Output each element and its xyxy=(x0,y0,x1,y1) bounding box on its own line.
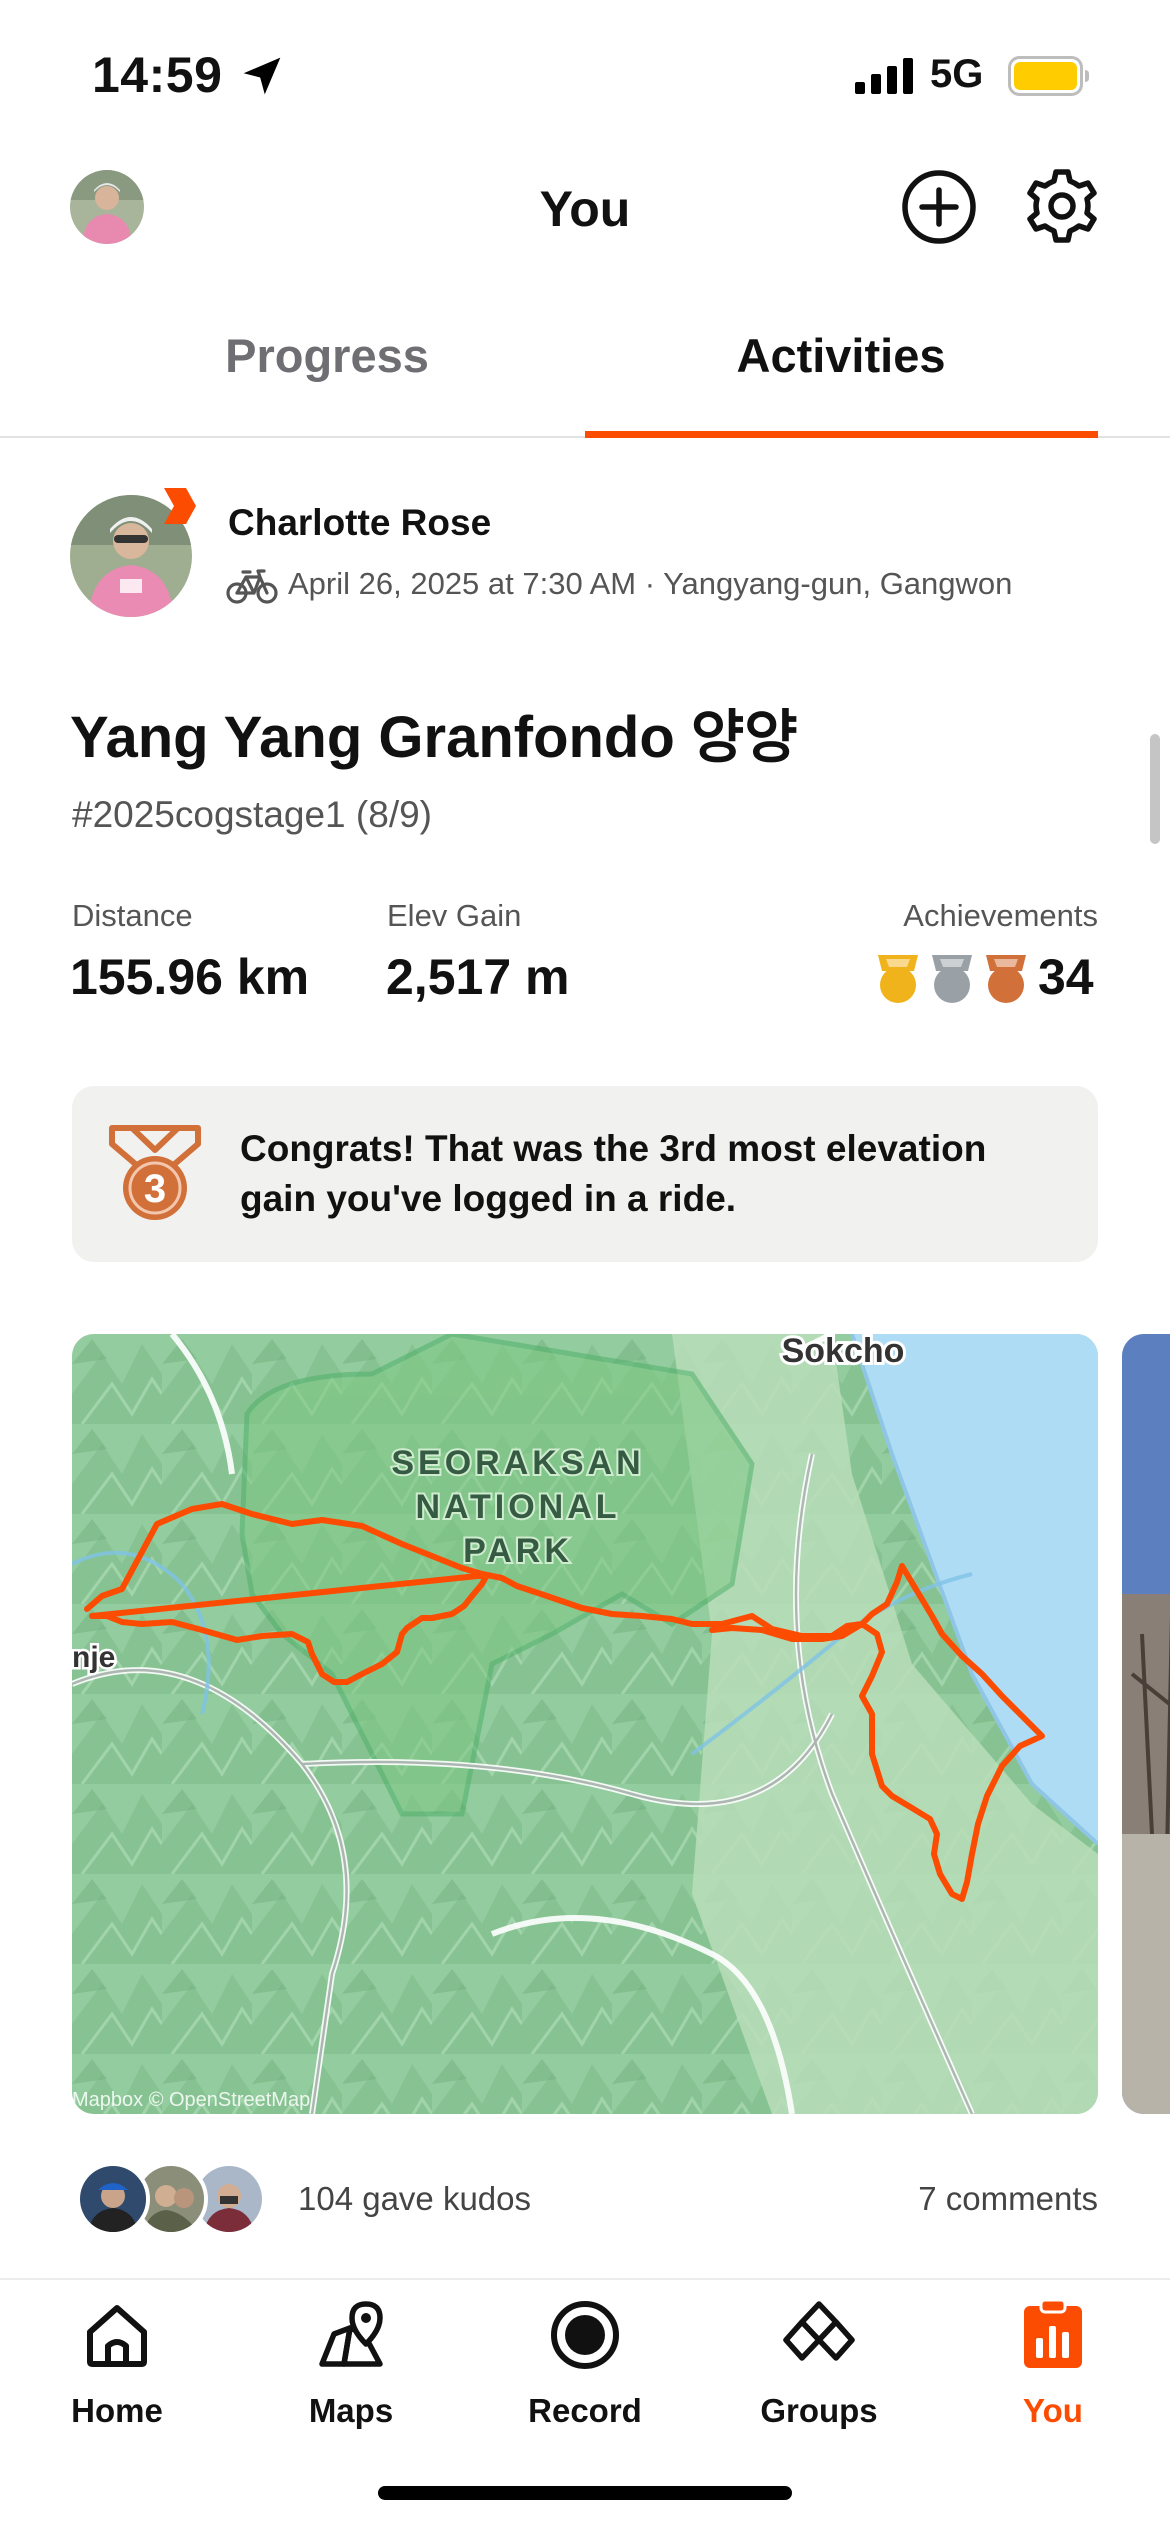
record-icon xyxy=(551,2301,619,2369)
settings-button[interactable] xyxy=(1022,166,1102,246)
congrats-message: Congrats! That was the 3rd most elevatio… xyxy=(240,1128,987,1219)
achievements-label: Achievements xyxy=(903,898,1098,933)
kudos-avatars[interactable] xyxy=(76,2162,276,2238)
home-icon xyxy=(87,2305,147,2367)
activity-map[interactable]: Sokcho SEORAKSAN NATIONAL PARK nje Mapbo… xyxy=(72,1334,1098,2114)
nav-home[interactable]: Home xyxy=(0,2280,234,2470)
nav-groups[interactable]: Groups xyxy=(702,2280,936,2470)
activity-description: #2025cogstage1 (8/9) xyxy=(72,794,432,835)
nav-record[interactable]: Record xyxy=(468,2280,702,2470)
nav-groups-label: Groups xyxy=(760,2392,878,2429)
bike-icon xyxy=(226,569,278,604)
active-tab-indicator xyxy=(585,431,1098,438)
add-button[interactable] xyxy=(900,168,978,246)
subscriber-badge-icon xyxy=(164,488,196,524)
distance-label: Distance xyxy=(72,898,193,933)
tab-activities[interactable]: Activities xyxy=(586,328,1096,383)
nav-record-label: Record xyxy=(528,2392,642,2429)
status-time: 14:59 xyxy=(92,47,223,103)
scroll-indicator xyxy=(1150,734,1160,844)
page-title: You xyxy=(539,181,631,237)
nav-maps[interactable]: Maps xyxy=(234,2280,468,2470)
silver-medal-icon xyxy=(932,955,972,1003)
location-arrow-icon xyxy=(243,57,281,95)
elev-gain-value: 2,517 m xyxy=(386,949,570,1005)
you-chart-icon xyxy=(1024,2298,1082,2368)
photo-image xyxy=(1122,1334,1170,2114)
distance-value: 155.96 km xyxy=(70,949,310,1005)
network-type: 5G xyxy=(930,52,984,96)
route-map: Sokcho SEORAKSAN NATIONAL PARK nje Mapbo… xyxy=(72,1334,1098,2114)
congrats-medal-number: 3 xyxy=(144,1167,166,1211)
tab-progress[interactable]: Progress xyxy=(72,328,582,383)
activity-photo-thumbnail[interactable] xyxy=(1122,1334,1170,2114)
comments-count[interactable]: 7 comments xyxy=(918,2180,1098,2218)
gold-medal-icon xyxy=(878,955,918,1003)
nav-you[interactable]: You xyxy=(936,2280,1170,2470)
map-attribution: Mapbox © OpenStreetMap xyxy=(72,2089,310,2111)
tab-bar: Progress Activities xyxy=(0,270,1170,438)
bronze-medal-icon xyxy=(986,955,1026,1003)
elev-gain-label: Elev Gain xyxy=(387,898,522,933)
home-indicator[interactable] xyxy=(378,2486,792,2500)
map-label-park-2: NATIONAL xyxy=(415,1488,620,1526)
congrats-card[interactable]: 3 Congrats! That was the 3rd most elevat… xyxy=(72,1086,1098,1262)
kudos-count[interactable]: 104 gave kudos xyxy=(298,2180,531,2218)
plus-circle-icon xyxy=(902,170,976,244)
status-bar: 14:59 5G xyxy=(0,0,1170,150)
map-label-park-3: PARK xyxy=(463,1532,573,1570)
map-label-sokcho: Sokcho xyxy=(782,1334,905,1370)
activity-title[interactable]: Yang Yang Granfondo 양양 xyxy=(70,690,798,774)
maps-icon xyxy=(319,2301,383,2367)
achievement-medals xyxy=(878,955,1026,1003)
groups-icon xyxy=(783,2301,855,2361)
achievements-count: 34 xyxy=(1038,949,1094,1005)
athlete-name[interactable]: Charlotte Rose xyxy=(228,502,491,544)
nav-maps-label: Maps xyxy=(308,2392,394,2429)
activity-meta: April 26, 2025 at 7:30 AM · Yangyang-gun… xyxy=(288,566,1013,601)
nav-you-label: You xyxy=(1023,2392,1083,2429)
map-label-park-1: SEORAKSAN xyxy=(391,1444,644,1482)
nav-home-label: Home xyxy=(71,2392,163,2429)
battery-icon xyxy=(1008,56,1089,96)
map-label-inje: nje xyxy=(72,1641,115,1674)
bronze-medal-icon: 3 xyxy=(109,1125,201,1220)
cell-signal-icon xyxy=(855,58,913,94)
kudos-avatar xyxy=(76,2162,150,2236)
gear-icon xyxy=(1027,169,1097,243)
